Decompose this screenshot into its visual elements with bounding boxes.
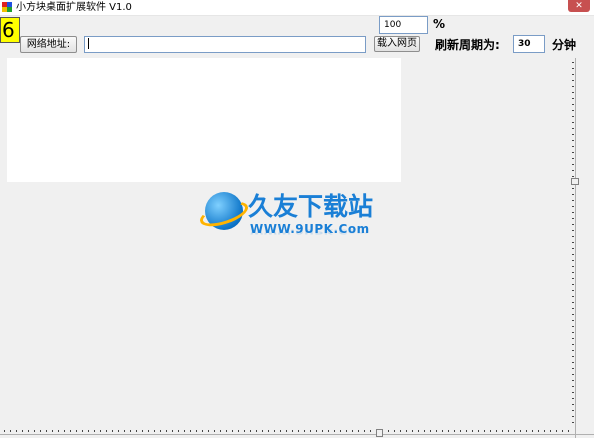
title-bar: 小方块桌面扩展软件 V1.0 ✕	[0, 0, 594, 16]
close-button[interactable]: ✕	[568, 0, 590, 12]
network-address-button[interactable]: 网络地址:	[20, 36, 77, 53]
app-squares-icon	[2, 2, 12, 12]
vertical-ruler	[572, 62, 574, 424]
url-input[interactable]	[84, 36, 366, 53]
refresh-period-label: 刷新周期为:	[435, 38, 500, 52]
horizontal-slider-handle[interactable]	[376, 429, 383, 437]
web-preview-area	[7, 58, 401, 182]
refresh-period-input[interactable]: 30	[513, 35, 545, 53]
zoom-input[interactable]: 100	[379, 16, 428, 34]
vertical-slider-handle[interactable]	[571, 178, 579, 185]
window-title: 小方块桌面扩展软件 V1.0	[16, 2, 132, 13]
watermark-logo: 久友下载站 WWW.9UPK.Com WWW.9UPK.Com	[197, 190, 383, 246]
refresh-unit-label: 分钟	[552, 38, 577, 52]
horizontal-track	[0, 434, 594, 435]
watermark-url-reflection: WWW.9UPK.Com	[250, 227, 370, 236]
load-page-button[interactable]: 载入网页	[374, 36, 420, 52]
zoom-unit-label: %	[433, 17, 446, 31]
close-icon: ✕	[575, 1, 583, 11]
counter-badge: 6	[0, 17, 20, 43]
watermark-name: 久友下载站	[248, 192, 374, 221]
text-cursor	[88, 38, 89, 49]
vertical-track	[575, 58, 576, 438]
horizontal-ruler	[4, 430, 570, 432]
